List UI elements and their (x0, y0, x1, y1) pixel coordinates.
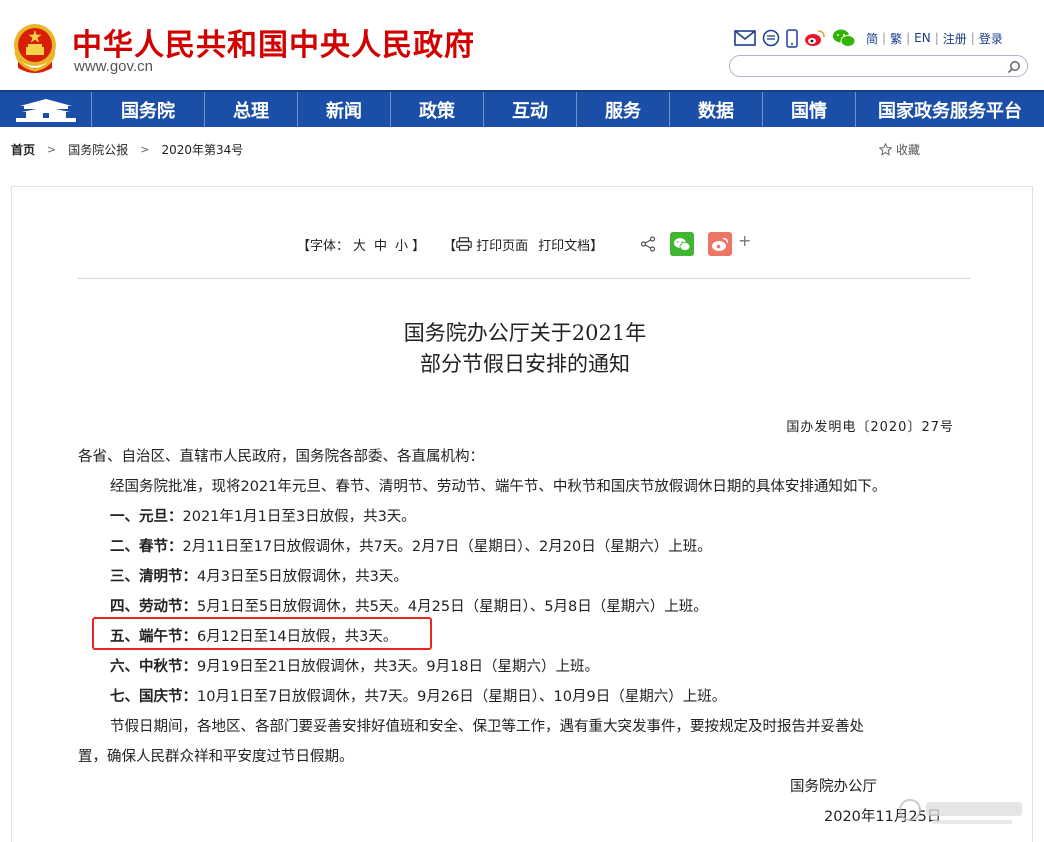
share-weibo-icon[interactable] (708, 232, 732, 256)
holiday-name: 一、元旦： (110, 509, 183, 525)
closing-paragraph-line-1: 节假日期间，各地区、各部门要妥善安排好值班和安全、保卫等工作，遇有重大突发事件，… (110, 719, 864, 735)
tiananmen-icon (15, 98, 76, 122)
holiday-text: 5月1日至5日放假调休，共5天。4月25日（星期日）、5月8日（星期六）上班。 (197, 599, 708, 615)
holiday-text: 9月19日至21日放假调休，共3天。9月18日（星期六）上班。 (197, 659, 600, 675)
nav-item-gov-service-platform[interactable]: 国家政务服务平台 (856, 92, 1044, 127)
highlight-box (92, 617, 432, 650)
share-icon[interactable] (640, 236, 656, 252)
holiday-name: 六、中秋节： (110, 659, 197, 675)
intro-paragraph: 经国务院批准，现将2021年元旦、春节、清明节、劳动节、端午节、中秋节和国庆节放… (110, 479, 887, 495)
star-icon (879, 143, 892, 156)
mobile-icon[interactable] (786, 28, 798, 48)
register-link[interactable]: 注册 (943, 30, 967, 47)
search-icon[interactable] (1007, 59, 1021, 78)
watermark-logo-icon (899, 799, 1022, 824)
nav-item-news[interactable]: 新闻 (298, 92, 391, 127)
breadcrumb-home[interactable]: 首页 (11, 141, 35, 158)
breadcrumb-issue[interactable]: 2020年第34号 (161, 141, 243, 158)
holiday-name: 七、国庆节： (110, 689, 197, 705)
lang-simplified-link[interactable]: 简 (866, 30, 878, 47)
nav-item-data[interactable]: 数据 (670, 92, 763, 127)
favorite-label: 收藏 (896, 143, 921, 157)
signer: 国务院办公厅 (790, 779, 877, 795)
printer-icon[interactable] (456, 237, 472, 251)
document-title-line-2: 部分节假日安排的通知 (420, 352, 630, 376)
wechat-icon[interactable] (832, 28, 856, 48)
breadcrumb-gazette[interactable]: 国务院公报 (68, 141, 128, 158)
national-emblem-icon[interactable] (12, 22, 58, 76)
article-toolbar: 【字体： 大 中 小 】 【 打印页面 打印文档 】 (297, 233, 603, 255)
holiday-text: 4月3日至5日放假调休，共3天。 (197, 569, 408, 585)
nav-item-state-council[interactable]: 国务院 (92, 92, 205, 127)
nav-item-services[interactable]: 服务 (577, 92, 670, 127)
share-group: + (640, 231, 751, 256)
holiday-item-spring-festival: 二、春节：2月11日至17日放假调休，共7天。2月7日（星期日）、2月20日（星… (110, 535, 712, 556)
holiday-item-new-year: 一、元旦：2021年1月1日至3日放假，共3天。 (110, 505, 416, 526)
message-icon[interactable] (762, 29, 780, 47)
share-wechat-icon[interactable] (670, 232, 694, 256)
print-document-link[interactable]: 打印文档 (538, 235, 590, 254)
holiday-text: 2月11日至17日放假调休，共7天。2月7日（星期日）、2月20日（星期六）上班… (182, 539, 712, 555)
holiday-item-labor-day: 四、劳动节：5月1日至5日放假调休，共5天。4月25日（星期日）、5月8日（星期… (110, 595, 708, 616)
login-link[interactable]: 登录 (979, 30, 1003, 47)
breadcrumb: 首页 > 国务院公报 > 2020年第34号 (11, 141, 243, 157)
nav-item-national-info[interactable]: 国情 (763, 92, 856, 127)
closing-paragraph-line-2: 置，确保人民群众祥和平安度过节日假期。 (78, 749, 354, 765)
holiday-item-national-day: 七、国庆节：10月1日至7日放假调休，共7天。9月26日（星期日）、10月9日（… (110, 685, 726, 706)
font-size-small[interactable]: 小 (395, 235, 408, 254)
favorite-button[interactable]: 收藏 (879, 141, 920, 158)
search-box (729, 55, 1028, 77)
more-share-icon[interactable]: + (738, 231, 751, 250)
holiday-name: 三、清明节： (110, 569, 197, 585)
divider (77, 278, 971, 279)
weibo-icon[interactable] (804, 29, 826, 47)
font-size-large[interactable]: 大 (353, 235, 366, 254)
holiday-text: 2021年1月1日至3日放假，共3天。 (182, 509, 416, 525)
nav-item-premier[interactable]: 总理 (205, 92, 298, 127)
separator: | (934, 31, 939, 45)
lang-traditional-link[interactable]: 繁 (890, 30, 902, 47)
site-url[interactable]: www.gov.cn (74, 58, 153, 75)
chevron-right-icon: > (47, 142, 57, 156)
font-size-close: 】 (412, 238, 426, 254)
holiday-name: 二、春节： (110, 539, 183, 555)
holiday-item-mid-autumn: 六、中秋节：9月19日至21日放假调休，共3天。9月18日（星期六）上班。 (110, 655, 599, 676)
separator: | (970, 31, 975, 45)
document-number: 国办发明电〔2020〕27号 (786, 420, 954, 435)
chevron-right-icon: > (140, 142, 150, 156)
header-tools: 简 | 繁 | EN | 注册 | 登录 (734, 26, 1007, 50)
lang-english-link[interactable]: EN (914, 31, 931, 45)
search-input[interactable] (740, 58, 1000, 74)
separator: | (906, 31, 911, 45)
site-header: 中华人民共和国中央人民政府 www.gov.cn 简 | 繁 | EN | 注册… (0, 0, 1044, 90)
font-size-medium[interactable]: 中 (374, 235, 387, 254)
print-page-link[interactable]: 打印页面 (476, 235, 528, 254)
document-title: 国务院办公厅关于2021年 部分节假日安排的通知 (200, 318, 850, 380)
holiday-text: 10月1日至7日放假调休，共7天。9月26日（星期日）、10月9日（星期六）上班… (197, 689, 727, 705)
holiday-item-qingming: 三、清明节：4月3日至5日放假调休，共3天。 (110, 565, 408, 586)
print-close: 】 (590, 238, 604, 254)
print-open: 【 (443, 238, 457, 254)
main-nav: 国务院 总理 新闻 政策 互动 服务 数据 国情 国家政务服务平台 (0, 90, 1044, 127)
separator: | (882, 31, 887, 45)
nav-item-interaction[interactable]: 互动 (484, 92, 577, 127)
email-icon[interactable] (734, 30, 756, 46)
document-title-line-1: 国务院办公厅关于2021年 (403, 321, 647, 345)
holiday-name: 四、劳动节： (110, 599, 197, 615)
nav-home-link[interactable] (0, 92, 92, 127)
nav-item-policy[interactable]: 政策 (391, 92, 484, 127)
font-size-label: 【字体： (297, 238, 350, 254)
salutation: 各省、自治区、直辖市人民政府，国务院各部委、各直属机构： (78, 449, 484, 465)
